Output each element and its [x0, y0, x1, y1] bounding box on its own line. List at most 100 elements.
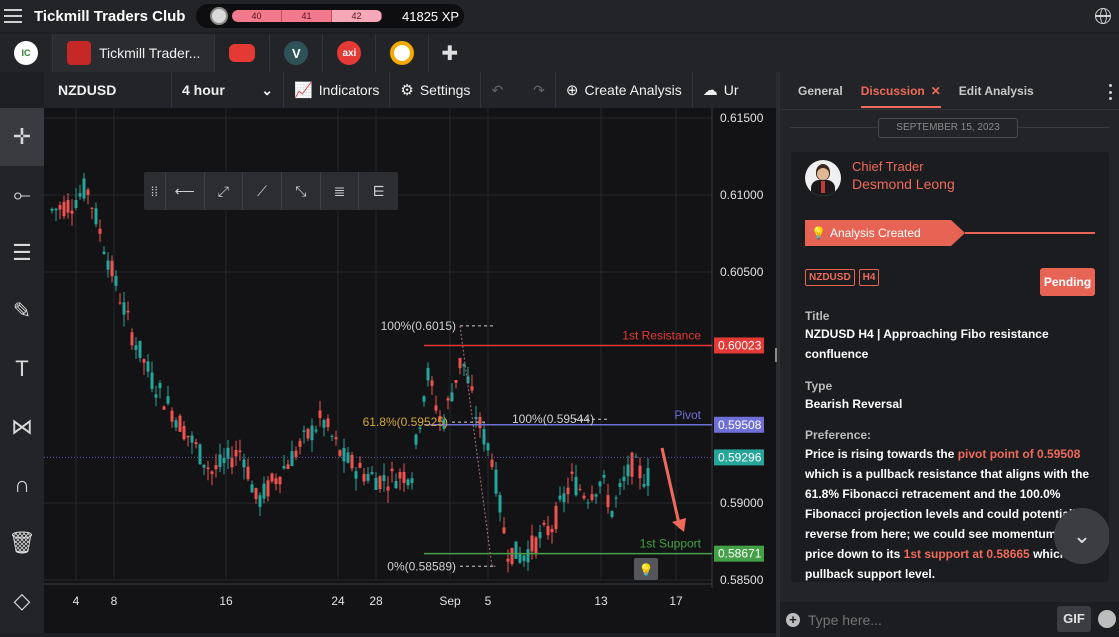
candle [430, 380, 434, 386]
candle [290, 451, 294, 466]
candle [606, 495, 610, 508]
tab-broker-red[interactable] [215, 34, 271, 72]
candle [454, 380, 458, 383]
candle [154, 394, 158, 398]
upload-button[interactable]: ☁ Ur [693, 72, 749, 108]
pattern-tool[interactable]: ⋈ [0, 398, 44, 456]
redo-icon[interactable]: ↷ [533, 82, 545, 99]
tab-axi[interactable]: axi [323, 34, 377, 72]
candle [138, 340, 142, 358]
close-icon[interactable]: ✕ [931, 84, 941, 98]
trash-icon[interactable]: 🗑 [0, 514, 44, 572]
price-tick-label: 0.61500 [720, 111, 764, 125]
symbol-selector[interactable]: NZDUSD [44, 72, 172, 108]
drag-handle-icon[interactable]: ⁞⁞ [144, 172, 166, 210]
layers-icon[interactable]: ◇ [0, 572, 44, 630]
candle [98, 228, 102, 234]
candle [78, 193, 82, 197]
candle [382, 475, 386, 482]
create-analysis-button[interactable]: ⊕ Create Analysis [556, 72, 693, 108]
candle [174, 420, 178, 428]
level-label: 1st Resistance [622, 328, 701, 342]
tab-tickmill[interactable]: Tickmill Trader... [53, 34, 216, 72]
price-chart[interactable]: 1st Resistance 0.60023 Pivot 0.59508 1st Sup… [44, 108, 776, 633]
tab-broker-v[interactable]: V [270, 34, 324, 72]
candle [626, 464, 630, 477]
add-attachment-icon[interactable]: + [786, 612, 800, 627]
emoji-icon[interactable] [1098, 610, 1116, 628]
brush-tool[interactable]: ✎ [0, 282, 44, 340]
message-input[interactable] [808, 611, 1048, 628]
support-highlight: 1st support at 0.58665 [903, 547, 1030, 561]
tab-broker-c[interactable] [376, 34, 430, 72]
candle [490, 459, 494, 467]
magnet-tool[interactable]: ∩ [0, 456, 44, 514]
xp-progress[interactable]: 40 41 42 41825 XP [196, 4, 464, 28]
fib-label: 0%(0.58589) [387, 559, 456, 573]
segment-icon[interactable]: ⟋ [243, 172, 282, 210]
menu-icon[interactable] [4, 9, 22, 23]
undo-button[interactable]: ↶ ↷ [481, 72, 556, 108]
candle [214, 465, 218, 470]
indicators-label: Indicators [318, 82, 380, 98]
add-tab-button[interactable]: ✚ [441, 41, 458, 66]
candle [630, 452, 634, 477]
ray-icon[interactable]: ⤢ [205, 172, 244, 210]
preference-label: Preference: [805, 428, 872, 442]
author-avatar[interactable] [805, 160, 841, 196]
candle [110, 260, 114, 277]
candle [414, 434, 418, 445]
settings-button[interactable]: ⚙ Settings [390, 72, 482, 108]
fib-icon[interactable]: ≣ [321, 172, 360, 210]
candle [642, 483, 646, 487]
channel-tool[interactable]: ☰ [0, 224, 44, 282]
candle [286, 464, 290, 469]
gif-button[interactable]: GIF [1057, 606, 1091, 632]
banner-label: Analysis Created [829, 226, 921, 240]
candle [250, 484, 254, 493]
scroll-down-button[interactable]: ⌄ [1054, 508, 1109, 564]
candle [106, 260, 110, 270]
create-analysis-label: Create Analysis [584, 82, 682, 98]
tab-edit-analysis[interactable]: Edit Analysis [959, 84, 1034, 98]
symbol-badge: NZDUSD [805, 269, 855, 286]
analysis-title: NZDUSD H4 | Approaching Fibo resistance … [805, 327, 1049, 361]
user-avatar[interactable] [210, 7, 228, 25]
candle [402, 471, 406, 484]
candle [590, 494, 594, 500]
type-label: Type [805, 379, 833, 393]
tab-discussion[interactable]: Discussion ✕ [860, 84, 941, 108]
horizontal-ray-icon[interactable]: ⟵ [166, 172, 205, 210]
globe-icon[interactable] [1095, 8, 1111, 24]
timeframe-badge: H4 [858, 269, 880, 286]
indicators-button[interactable]: 📈 Indicators [284, 72, 391, 108]
pivot-highlight: pivot point of 0.59508 [957, 447, 1081, 461]
candle [274, 478, 278, 485]
candle [518, 554, 522, 563]
level-label: Pivot [674, 408, 701, 422]
tab-general[interactable]: General [798, 84, 843, 98]
candle [562, 493, 566, 503]
text-tool[interactable]: T [0, 340, 44, 398]
candle [398, 472, 402, 479]
candle [146, 361, 150, 372]
candle [598, 481, 602, 487]
candle [354, 471, 358, 479]
candle [602, 474, 606, 478]
candle [102, 251, 106, 254]
tickmill-logo [67, 41, 91, 65]
candle [494, 469, 498, 494]
date-tick-label: 24 [331, 594, 345, 608]
current-price-label: 0.59296 [718, 450, 762, 464]
fib-extension-icon[interactable]: ⋿ [359, 172, 398, 210]
timeframe-selector[interactable]: 4 hour ⌄ [172, 72, 284, 108]
crosshair-tool[interactable]: ✛ [0, 108, 44, 166]
status-badge: Pending [1040, 268, 1095, 296]
extended-line-icon[interactable]: ⤡ [282, 172, 321, 210]
candle [50, 208, 54, 211]
line-tool[interactable]: ⟜ [0, 166, 44, 224]
kebab-menu-icon[interactable] [1109, 84, 1113, 100]
candle [262, 483, 266, 499]
author-name[interactable]: Desmond Leong [852, 176, 955, 192]
tab-ic-markets[interactable]: IC [0, 34, 53, 72]
